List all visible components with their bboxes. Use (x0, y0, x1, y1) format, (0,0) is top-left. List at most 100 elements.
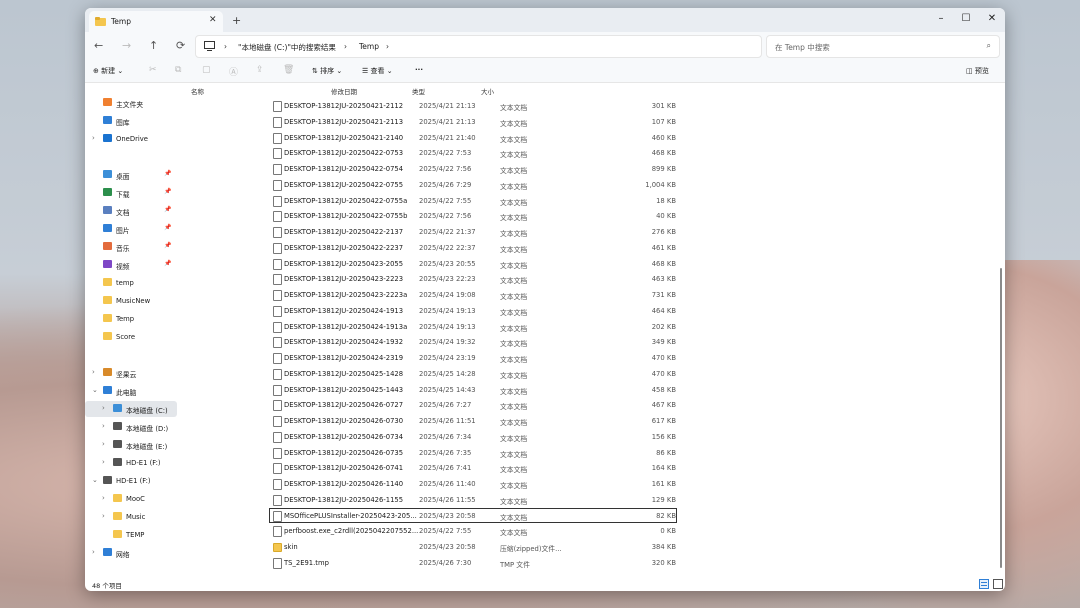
table-row[interactable]: TS_2E91.tmp 2025/4/26 7:30 TMP 文件 320 KB (269, 555, 677, 571)
table-row[interactable]: DESKTOP-13812JU-20250421-2140 2025/4/21 2… (269, 130, 677, 146)
sidebar-item[interactable]: Score (85, 329, 177, 345)
breadcrumb-search-results[interactable]: "本地磁盘 (C:)"中的搜索结果 (238, 42, 336, 53)
table-row[interactable]: DESKTOP-13812JU-20250424-1932 2025/4/24 1… (269, 334, 677, 350)
vertical-scrollbar[interactable] (1000, 268, 1002, 568)
sidebar-item[interactable]: temp (85, 275, 177, 291)
tab-close-icon[interactable]: ✕ (209, 15, 217, 25)
sidebar-item[interactable]: TEMP (85, 527, 177, 543)
sidebar-item[interactable]: › MooC (85, 491, 177, 507)
table-row[interactable]: DESKTOP-13812JU-20250426-1140 2025/4/26 1… (269, 476, 677, 492)
forward-button[interactable]: → (122, 39, 131, 52)
sidebar-item[interactable]: › 本地磁盘 (C:) (85, 401, 177, 417)
sidebar-item[interactable]: › 网络 (85, 545, 177, 561)
table-row[interactable]: DESKTOP-13812JU-20250425-1428 2025/4/25 1… (269, 366, 677, 382)
sidebar-item[interactable]: 下载 📌 (85, 185, 177, 201)
expand-chevron-icon[interactable]: › (102, 458, 105, 466)
close-window-button[interactable]: ✕ (980, 10, 1004, 28)
table-row[interactable]: TS_2EA2.tmp2025/4/26 7:30TMP 文件256 KB (269, 571, 677, 574)
copy-icon[interactable]: ⧉ (175, 65, 181, 75)
table-row[interactable]: DESKTOP-13812JU-20250424-1913a 2025/4/24 … (269, 319, 677, 335)
cut-icon[interactable]: ✂ (149, 65, 157, 75)
sidebar-item[interactable]: 音乐 📌 (85, 239, 177, 255)
table-row[interactable]: DESKTOP-13812JU-20250426-0734 2025/4/26 7… (269, 429, 677, 445)
sidebar-item[interactable]: ⌄ HD-E1 (F:) (85, 473, 177, 489)
table-row[interactable]: DESKTOP-13812JU-20250424-2319 2025/4/24 2… (269, 350, 677, 366)
sidebar-item[interactable]: › 坚果云 (85, 365, 177, 381)
sidebar-item[interactable]: Temp (85, 311, 177, 327)
table-row[interactable]: DESKTOP-13812JU-20250426-0741 2025/4/26 7… (269, 460, 677, 476)
sidebar-item[interactable]: 文档 📌 (85, 203, 177, 219)
table-row[interactable]: DESKTOP-13812JU-20250422-0755a 2025/4/22 … (269, 193, 677, 209)
tab-temp[interactable]: Temp ✕ (89, 11, 223, 32)
details-view-icon[interactable] (979, 579, 989, 589)
sidebar-item[interactable]: 主文件夹 (85, 95, 177, 111)
table-row[interactable]: DESKTOP-13812JU-20250422-0755 2025/4/26 7… (269, 177, 677, 193)
table-row[interactable]: DESKTOP-13812JU-20250426-1155 2025/4/26 1… (269, 492, 677, 508)
sidebar-item[interactable]: ⌄ 此电脑 (85, 383, 177, 399)
expand-chevron-icon[interactable]: › (102, 512, 105, 520)
text-file-icon (273, 494, 282, 506)
column-type[interactable]: 类型 (412, 86, 425, 96)
expand-chevron-icon[interactable]: ⌄ (92, 386, 98, 394)
new-button[interactable]: ⊕ 新建 ⌄ (93, 66, 123, 76)
column-name[interactable]: 名称 (191, 86, 204, 96)
table-row[interactable]: DESKTOP-13812JU-20250423-2055 2025/4/23 2… (269, 256, 677, 272)
expand-chevron-icon[interactable]: › (92, 134, 95, 142)
table-row[interactable]: DESKTOP-13812JU-20250422-0753 2025/4/22 7… (269, 145, 677, 161)
minimize-button[interactable]: – (929, 10, 953, 28)
sidebar-item[interactable]: MusicNew (85, 293, 177, 309)
more-button[interactable]: ··· (415, 66, 423, 74)
expand-chevron-icon[interactable]: › (102, 440, 105, 448)
table-row[interactable]: DESKTOP-13812JU-20250422-0754 2025/4/22 7… (269, 161, 677, 177)
table-row[interactable]: DESKTOP-13812JU-20250421-2112 2025/4/21 2… (269, 98, 677, 114)
back-button[interactable]: ← (94, 39, 103, 52)
expand-chevron-icon[interactable]: › (92, 548, 95, 556)
sidebar-item[interactable]: 图片 📌 (85, 221, 177, 237)
table-row[interactable]: DESKTOP-13812JU-20250422-2237 2025/4/22 2… (269, 240, 677, 256)
table-row[interactable]: DESKTOP-13812JU-20250425-1443 2025/4/25 1… (269, 382, 677, 398)
expand-chevron-icon[interactable]: ⌄ (92, 476, 98, 484)
table-row[interactable]: DESKTOP-13812JU-20250426-0730 2025/4/26 1… (269, 413, 677, 429)
new-tab-button[interactable]: + (232, 14, 241, 27)
table-row[interactable]: skin 2025/4/23 20:58 压缩(zipped)文件... 384 KB (269, 539, 677, 555)
expand-chevron-icon[interactable]: › (92, 368, 95, 376)
refresh-button[interactable]: ⟳ (176, 39, 185, 52)
expand-chevron-icon[interactable]: › (102, 494, 105, 502)
sidebar-item[interactable]: › 本地磁盘 (D:) (85, 419, 177, 435)
delete-icon[interactable]: 🗑 (283, 65, 294, 75)
column-date[interactable]: 修改日期 (331, 86, 357, 96)
paste-icon[interactable]: ▢ (202, 65, 211, 75)
sidebar-item[interactable]: 桌面 📌 (85, 167, 177, 183)
tiles-view-icon[interactable] (993, 579, 1003, 589)
share-icon[interactable]: ⇪ (256, 65, 264, 75)
view-button[interactable]: ☰ 查看 ⌄ (362, 66, 393, 76)
table-row[interactable]: DESKTOP-13812JU-20250426-0735 2025/4/26 7… (269, 445, 677, 461)
sidebar-item[interactable]: 视频 📌 (85, 257, 177, 273)
sidebar-item[interactable]: › HD-E1 (F:) (85, 455, 177, 471)
breadcrumb-temp[interactable]: Temp (359, 42, 379, 51)
table-row[interactable]: DESKTOP-13812JU-20250426-0727 2025/4/26 7… (269, 397, 677, 413)
file-type: 文本文档 (500, 182, 528, 191)
table-row[interactable]: DESKTOP-13812JU-20250423-2223a 2025/4/24 … (269, 287, 677, 303)
expand-chevron-icon[interactable]: › (102, 404, 105, 412)
table-row[interactable]: DESKTOP-13812JU-20250422-0755b 2025/4/22 … (269, 208, 677, 224)
table-row[interactable]: DESKTOP-13812JU-20250424-1913 2025/4/24 1… (269, 303, 677, 319)
table-row[interactable]: DESKTOP-13812JU-20250421-2113 2025/4/21 2… (269, 114, 677, 130)
sort-button[interactable]: ⇅ 排序 ⌄ (312, 66, 342, 76)
search-input[interactable]: 在 Temp 中搜索 ⌕ (766, 35, 1000, 58)
sidebar-item[interactable]: › 本地磁盘 (E:) (85, 437, 177, 453)
table-row[interactable]: perfboost.exe_c2rdll(2025042207552... 202… (269, 523, 677, 539)
table-row[interactable]: DESKTOP-13812JU-20250422-2137 2025/4/22 2… (269, 224, 677, 240)
address-bar[interactable]: › "本地磁盘 (C:)"中的搜索结果 › Temp › (195, 35, 762, 58)
up-button[interactable]: ↑ (149, 39, 158, 52)
preview-button[interactable]: ◫ 预览 (966, 66, 989, 76)
rename-icon[interactable]: Ⓐ (229, 65, 238, 78)
table-row[interactable]: MSOfficePLUSInstaller-20250423-205... 202… (269, 507, 677, 524)
sidebar-item[interactable]: › Music (85, 509, 177, 525)
column-size[interactable]: 大小 (481, 86, 494, 96)
table-row[interactable]: DESKTOP-13812JU-20250423-2223 2025/4/23 2… (269, 271, 677, 287)
sidebar-item[interactable]: › OneDrive (85, 131, 177, 147)
maximize-button[interactable]: ☐ (954, 10, 978, 28)
expand-chevron-icon[interactable]: › (102, 422, 105, 430)
sidebar-item[interactable]: 图库 (85, 113, 177, 129)
